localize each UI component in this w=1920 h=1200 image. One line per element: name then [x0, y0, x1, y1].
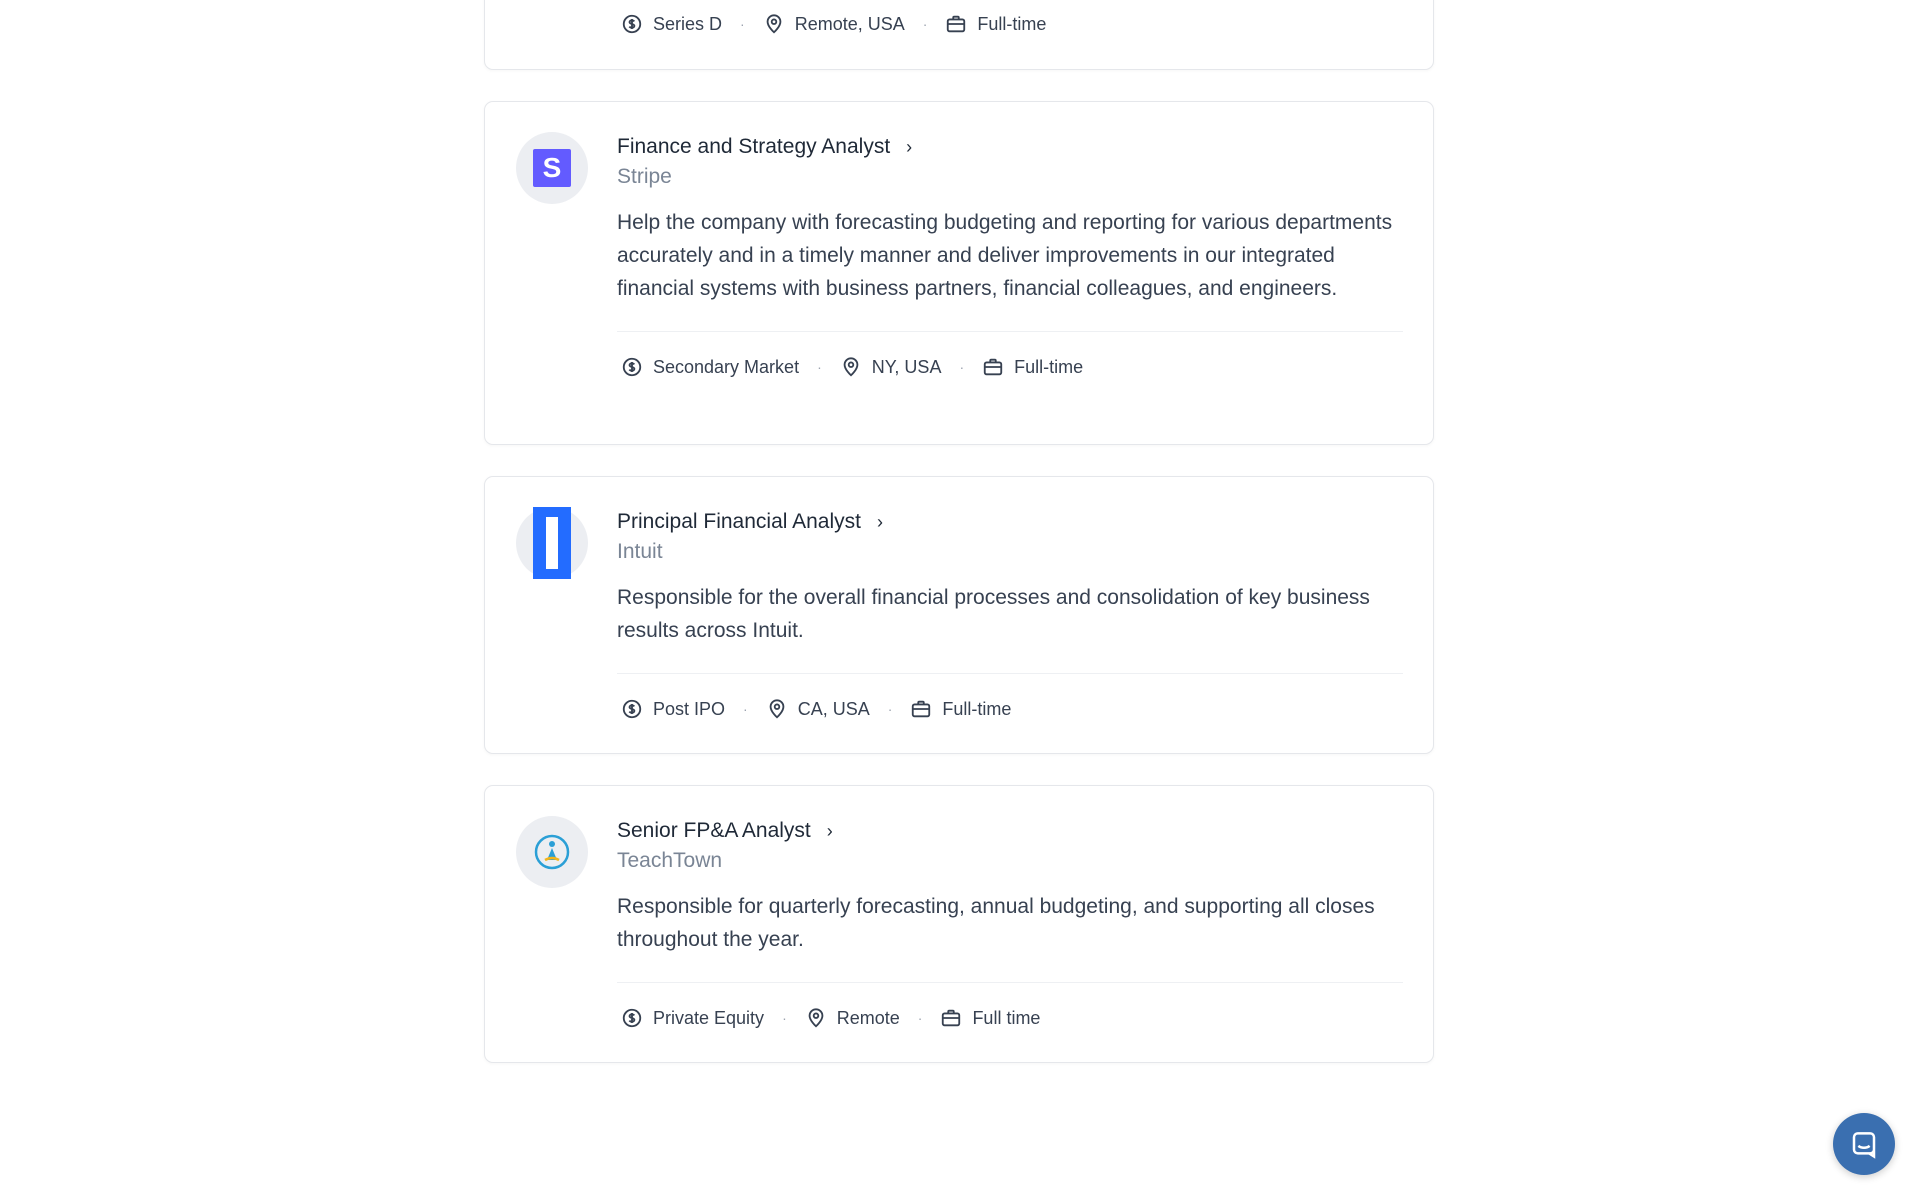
separator-dot: ·	[922, 16, 928, 32]
separator-dot: ·	[917, 1010, 923, 1026]
type-meta: Full-time	[945, 13, 1046, 35]
type-meta: Full-time	[982, 356, 1083, 378]
job-meta: Secondary Market · NY, USA · Full-time	[621, 350, 1403, 384]
job-card: Series D · Remote, USA · Full-time	[484, 0, 1434, 70]
job-title[interactable]: Senior FP&A Analyst	[617, 819, 811, 843]
company-logo	[516, 816, 588, 888]
map-pin-icon	[843, 357, 859, 377]
map-pin-icon	[808, 1008, 824, 1028]
separator-dot: ·	[782, 1010, 787, 1026]
chat-launcher-button[interactable]	[1833, 1113, 1895, 1175]
stage-meta: Private Equity	[621, 1007, 764, 1029]
location-label: Remote, USA	[794, 13, 905, 34]
job-description: Help the company with forecasting budget…	[617, 211, 1393, 300]
divider	[617, 331, 1403, 332]
job-description: Responsible for the overall financial pr…	[617, 586, 1370, 642]
divider	[617, 982, 1403, 983]
company-name: Intuit	[617, 540, 663, 563]
stage-meta: Series D	[621, 13, 722, 35]
stage-label: Secondary Market	[653, 356, 800, 377]
location-meta: Remote, USA	[763, 13, 905, 35]
map-pin-icon	[769, 699, 785, 719]
job-meta: Series D · Remote, USA · Full-time	[621, 7, 1403, 41]
teachtown-logo-icon	[534, 834, 570, 870]
job-meta: Post IPO · CA, USA · Full-time	[621, 692, 1403, 726]
type-meta: Full-time	[910, 698, 1011, 720]
location-meta: CA, USA	[766, 698, 870, 720]
job-card[interactable]: Senior FP&A Analyst › TeachTown Responsi…	[484, 785, 1434, 1063]
company-logo: S	[516, 132, 588, 204]
job-title[interactable]: Finance and Strategy Analyst	[617, 135, 890, 159]
job-card[interactable]: S Finance and Strategy Analyst › Stripe …	[484, 101, 1434, 445]
dollar-circle-icon	[622, 699, 642, 719]
stage-label: Series D	[653, 13, 723, 34]
divider	[617, 673, 1403, 674]
chevron-right-icon[interactable]: ›	[827, 822, 833, 840]
location-label: Remote	[836, 1007, 900, 1028]
type-label: Full-time	[977, 13, 1047, 34]
stage-label: Post IPO	[653, 698, 726, 719]
stripe-logo-icon: S	[533, 149, 571, 187]
company-name: TeachTown	[617, 849, 723, 872]
separator-dot: ·	[743, 701, 748, 717]
separator-dot: ·	[959, 359, 965, 375]
briefcase-icon	[942, 1009, 961, 1027]
dollar-circle-icon	[622, 14, 642, 34]
location-meta: Remote	[805, 1007, 900, 1029]
type-label: Full time	[972, 1007, 1041, 1028]
type-meta: Full time	[940, 1007, 1040, 1029]
type-label: Full-time	[1014, 356, 1084, 377]
separator-dot: ·	[887, 701, 893, 717]
chat-icon	[1852, 1132, 1876, 1159]
briefcase-icon	[983, 358, 1003, 376]
stage-meta: Post IPO	[621, 698, 725, 720]
dollar-circle-icon	[622, 357, 642, 377]
separator-dot: ·	[817, 359, 822, 375]
location-label: NY, USA	[871, 356, 942, 377]
job-card[interactable]: Principal Financial Analyst › Intuit Res…	[484, 476, 1434, 754]
job-meta: Private Equity · Remote · Full time	[621, 1001, 1403, 1035]
intuit-logo-icon	[533, 507, 571, 579]
stage-label: Private Equity	[653, 1007, 765, 1028]
chevron-right-icon[interactable]: ›	[906, 138, 912, 156]
chevron-right-icon[interactable]: ›	[877, 513, 883, 531]
type-label: Full-time	[942, 698, 1012, 719]
stage-meta: Secondary Market	[621, 356, 799, 378]
briefcase-icon	[912, 700, 931, 718]
company-logo	[516, 507, 588, 579]
map-pin-icon	[766, 14, 782, 34]
location-meta: NY, USA	[840, 356, 942, 378]
location-label: CA, USA	[797, 698, 870, 719]
briefcase-icon	[947, 15, 966, 33]
job-description: Responsible for quarterly forecasting, a…	[617, 895, 1375, 951]
job-title[interactable]: Principal Financial Analyst	[617, 510, 861, 534]
company-name: Stripe	[617, 165, 672, 188]
dollar-circle-icon	[622, 1008, 642, 1028]
separator-dot: ·	[740, 16, 745, 32]
